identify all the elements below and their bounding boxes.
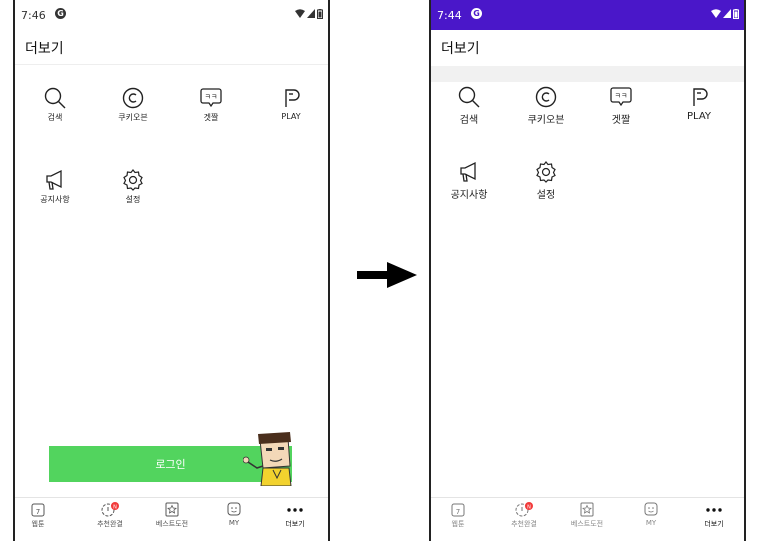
app-notification-icon: G	[471, 8, 482, 19]
status-time: 7:46	[21, 9, 46, 22]
calendar-7-icon: 7	[31, 503, 45, 517]
menu-item-label: 공지사항	[450, 190, 488, 201]
nav-label: MY	[645, 519, 657, 527]
gear-icon	[536, 161, 556, 183]
menu-item-label: 쿠키오븐	[527, 115, 565, 126]
menu-item-play[interactable]: PLAY	[669, 85, 729, 122]
right-arrow-icon	[357, 262, 417, 288]
menu-item-label: 설정	[536, 190, 556, 201]
menu-item-label: 설정	[125, 195, 141, 204]
nav-label: 웹툰	[451, 520, 465, 528]
nav-tab-my[interactable]: MY	[621, 502, 681, 527]
status-time: 7:44	[437, 9, 462, 22]
search-icon	[458, 86, 480, 108]
play-icon	[693, 88, 708, 106]
menu-item-settings[interactable]: 설정	[516, 160, 576, 201]
app-notification-icon: G	[55, 8, 66, 19]
recommend-complete-icon: N	[515, 502, 533, 517]
nav-label: 더보기	[704, 520, 724, 528]
more-dots-icon	[706, 508, 722, 512]
signal-icon	[723, 9, 731, 18]
menu-item-label: 겟짤	[611, 115, 631, 126]
nav-label: MY	[228, 519, 240, 527]
nav-tab-more[interactable]: 더보기	[684, 502, 744, 529]
status-bar: 7:44 G	[431, 0, 744, 30]
svg-text:ㅋㅋ: ㅋㅋ	[205, 93, 218, 101]
my-face-icon	[227, 502, 241, 516]
speech-bubble-icon: ㅋㅋ	[200, 88, 222, 108]
menu-item-notice[interactable]: 공지사항	[439, 160, 499, 201]
menu-item-label: 겟짤	[203, 113, 219, 122]
menu-item-search[interactable]: 검색	[25, 86, 85, 123]
wifi-icon	[295, 9, 305, 18]
menu-item-getjjal[interactable]: ㅋㅋ 겟짤	[591, 85, 651, 126]
after-screen: 7:44 G 더보기 검색 쿠키오븐 ㅋㅋ 겟짤 PLAY 공지사항 설정 7	[429, 0, 746, 541]
nav-tab-more[interactable]: 더보기	[265, 502, 325, 529]
signal-icon	[307, 9, 315, 18]
menu-item-label: 검색	[47, 113, 63, 122]
cookie-oven-icon	[122, 87, 144, 109]
menu-item-cookie-oven[interactable]: 쿠키오븐	[516, 85, 576, 126]
menu-item-play[interactable]: PLAY	[261, 86, 321, 121]
nav-label: 추천완결	[511, 520, 537, 528]
nav-tab-webtoon[interactable]: 7 웹툰	[15, 502, 68, 529]
megaphone-icon	[46, 169, 62, 190]
header-divider	[431, 66, 744, 82]
recommend-complete-icon: N	[101, 502, 119, 517]
menu-item-label: PLAY	[281, 112, 301, 121]
nav-label: 베스트도전	[570, 520, 604, 528]
my-face-icon	[644, 502, 658, 516]
nav-label: 추천완결	[97, 520, 123, 528]
wifi-icon	[711, 9, 721, 18]
search-icon	[44, 87, 66, 109]
menu-item-settings[interactable]: 설정	[103, 168, 163, 205]
nav-tab-best-challenge[interactable]: 베스트도전	[142, 502, 202, 529]
battery-icon	[733, 8, 739, 19]
speech-bubble-icon: ㅋㅋ	[610, 87, 632, 107]
menu-item-label: 검색	[459, 115, 479, 126]
svg-text:7: 7	[456, 508, 460, 516]
new-badge: N	[113, 505, 117, 511]
menu-item-cookie-oven[interactable]: 쿠키오븐	[103, 86, 163, 123]
mascot-character-icon	[243, 432, 292, 486]
play-icon	[285, 89, 300, 107]
more-dots-icon	[287, 508, 303, 512]
gear-icon	[123, 169, 143, 191]
page-title: 더보기	[441, 41, 480, 57]
cookie-oven-icon	[535, 86, 557, 108]
best-challenge-icon	[580, 502, 594, 517]
status-icons	[711, 8, 739, 19]
svg-text:ㅋㅋ: ㅋㅋ	[615, 92, 628, 100]
megaphone-icon	[460, 161, 476, 182]
new-badge: N	[527, 505, 531, 511]
nav-label: 웹툰	[31, 520, 45, 528]
nav-label: 베스트도전	[155, 520, 189, 528]
calendar-7-icon: 7	[451, 503, 465, 517]
nav-tab-my[interactable]: MY	[204, 502, 264, 527]
nav-tab-recommend-complete[interactable]: N 추천완결	[80, 502, 140, 529]
bottom-navigation: 7 웹툰 N 추천완결 베스트도전 MY 더보기	[431, 497, 744, 541]
menu-item-notice[interactable]: 공지사항	[25, 168, 85, 205]
battery-icon	[317, 8, 323, 19]
menu-item-label: 공지사항	[40, 195, 70, 204]
status-icons	[295, 8, 323, 19]
header-divider	[15, 64, 328, 65]
menu-item-label: 쿠키오븐	[118, 113, 148, 122]
nav-label: 더보기	[285, 520, 305, 528]
before-screen: 7:46 G 더보기 검색 쿠키오븐 ㅋㅋ 겟짤 PLAY 공지사항 설정 로그…	[13, 0, 330, 541]
svg-text:7: 7	[36, 508, 40, 516]
best-challenge-icon	[165, 502, 179, 517]
menu-item-label: PLAY	[686, 111, 711, 122]
bottom-navigation: 7 웹툰 N 추천완결 베스트도전 MY 더보기	[15, 497, 328, 541]
menu-item-search[interactable]: 검색	[439, 85, 499, 126]
page-title: 더보기	[25, 41, 64, 57]
status-bar: 7:46 G	[15, 0, 328, 30]
menu-item-getjjal[interactable]: ㅋㅋ 겟짤	[181, 86, 241, 123]
nav-tab-recommend-complete[interactable]: N 추천완결	[494, 502, 554, 529]
nav-tab-best-challenge[interactable]: 베스트도전	[557, 502, 617, 529]
nav-tab-webtoon[interactable]: 7 웹툰	[431, 502, 488, 529]
